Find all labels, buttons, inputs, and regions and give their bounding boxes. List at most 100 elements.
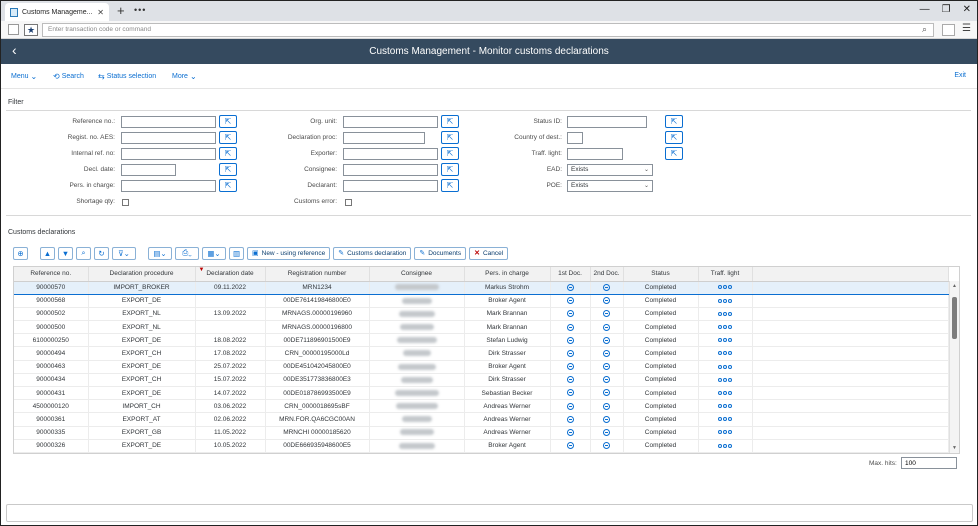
document-icon[interactable] — [566, 323, 574, 331]
sum-menu-icon[interactable]: ▤⌄ — [148, 246, 172, 260]
table-row[interactable]: 90000500 EXPORT_NL MRNAGS.00000196800 Mark … — [14, 320, 949, 335]
shortage-qty-checkbox[interactable] — [122, 199, 129, 206]
find-icon[interactable]: ⌕ — [76, 246, 91, 260]
document-icon[interactable] — [566, 429, 574, 437]
org-unit-input[interactable] — [343, 116, 438, 128]
document-icon[interactable] — [603, 349, 610, 357]
document-icon[interactable] — [566, 363, 574, 371]
country-of-dest-input[interactable] — [567, 132, 583, 144]
command-input[interactable]: Enter transaction code or command ⌕ — [42, 23, 934, 37]
col-reference-no[interactable]: Reference no. — [14, 267, 89, 282]
document-icon[interactable] — [566, 402, 574, 410]
table-row[interactable]: 90000570 IMPORT_BROKER 09.11.2022 MRN1234 Ma… — [14, 280, 949, 295]
value-help-icon[interactable]: ⇱ — [441, 147, 459, 160]
col-2nd-doc[interactable]: 2nd Doc. — [590, 267, 624, 282]
status-selection-button[interactable]: ⇆ Status selection — [98, 72, 156, 81]
value-help-icon[interactable]: ⇱ — [441, 163, 459, 176]
document-icon[interactable] — [566, 336, 574, 344]
internal-ref-input[interactable] — [121, 148, 216, 160]
document-icon[interactable] — [566, 283, 574, 291]
max-hits-input[interactable] — [901, 457, 957, 469]
document-icon[interactable] — [603, 376, 610, 384]
layout-icon[interactable]: ▥ — [229, 246, 244, 260]
value-help-icon[interactable]: ⇱ — [219, 163, 237, 176]
new-tab-button[interactable]: + — [117, 3, 125, 18]
table-row[interactable]: 90000335 EXPORT_GB 11.05.2022 MRNCHI 000001… — [14, 426, 949, 440]
value-help-icon[interactable]: ⇱ — [665, 115, 683, 128]
search-icon[interactable]: ⌕ — [922, 24, 927, 35]
close-window-button[interactable]: ✕ — [963, 4, 971, 15]
document-icon[interactable] — [603, 363, 610, 371]
filter-menu-icon[interactable]: ⊽⌄ — [112, 246, 136, 260]
cancel-button[interactable]: ✕ Cancel — [469, 246, 509, 260]
col-declaration-date[interactable]: ▼ Declaration date — [195, 267, 266, 282]
document-icon[interactable] — [566, 389, 574, 397]
col-status[interactable]: Status — [623, 267, 699, 282]
col-registration-number[interactable]: Registration number — [265, 267, 370, 282]
zoom-details-icon[interactable]: ⊕ — [13, 246, 28, 260]
declarant-input[interactable] — [343, 180, 438, 192]
poe-select[interactable]: Exists ⌄ — [567, 180, 653, 192]
document-icon[interactable] — [566, 349, 574, 357]
decl-date-input[interactable] — [121, 164, 176, 176]
value-help-icon[interactable]: ⇱ — [219, 131, 237, 144]
minimize-button[interactable]: — — [920, 4, 930, 15]
more-button[interactable]: More ⌄ — [172, 72, 197, 81]
document-icon[interactable] — [566, 376, 574, 384]
search-button[interactable]: ⟲ Search — [53, 72, 84, 81]
exporter-input[interactable] — [343, 148, 438, 160]
hamburger-menu-icon[interactable]: ☰ — [962, 23, 971, 34]
consignee-input[interactable] — [343, 164, 438, 176]
table-row[interactable]: 90000494 EXPORT_CH 17.08.2022 CRN_000001950… — [14, 346, 949, 361]
favorites-star-icon[interactable]: ★ — [24, 24, 38, 36]
document-icon[interactable] — [603, 297, 610, 305]
table-row[interactable]: 90000431 EXPORT_DE 14.07.2022 00DE018786993… — [14, 386, 949, 401]
scroll-up-icon[interactable]: ▲ — [952, 283, 957, 289]
documents-button[interactable]: ✎ Documents — [414, 246, 467, 260]
value-help-icon[interactable]: ⇱ — [219, 147, 237, 160]
maximize-button[interactable]: ❐ — [942, 4, 951, 15]
document-icon[interactable] — [603, 310, 610, 318]
value-help-icon[interactable]: ⇱ — [441, 131, 459, 144]
scrollbar-thumb[interactable] — [952, 297, 957, 339]
table-row[interactable]: 90000463 EXPORT_DE 25.07.2022 00DE451042045… — [14, 360, 949, 374]
value-help-icon[interactable]: ⇱ — [665, 131, 683, 144]
col-1st-doc[interactable]: 1st Doc. — [550, 267, 591, 282]
close-tab-icon[interactable]: ✕ — [97, 8, 104, 17]
status-id-input[interactable] — [567, 116, 647, 128]
print-menu-icon[interactable]: ⎙⌄ — [175, 246, 199, 260]
more-tabs-icon[interactable]: ••• — [134, 5, 146, 15]
sort-descending-icon[interactable]: ▼ — [58, 246, 73, 260]
regist-no-aes-input[interactable] — [121, 132, 216, 144]
col-traff-light[interactable]: Traff. light — [698, 267, 753, 282]
pers-in-charge-input[interactable] — [121, 180, 216, 192]
col-consignee[interactable]: Consignee — [369, 267, 465, 282]
value-help-icon[interactable]: ⇱ — [219, 179, 237, 192]
document-icon[interactable] — [603, 323, 610, 331]
display-icon[interactable] — [942, 24, 955, 36]
table-row[interactable]: 90000434 EXPORT_CH 15.07.2022 00DE351773836… — [14, 373, 949, 388]
document-icon[interactable] — [566, 297, 574, 305]
value-help-icon[interactable]: ⇱ — [441, 115, 459, 128]
declaration-proc-input[interactable] — [343, 132, 425, 144]
document-icon[interactable] — [566, 415, 574, 423]
sidebar-toggle-icon[interactable] — [8, 24, 19, 35]
value-help-icon[interactable]: ⇱ — [665, 147, 683, 160]
customs-declaration-button[interactable]: ✎ Customs declaration — [333, 246, 412, 260]
document-icon[interactable] — [603, 442, 610, 450]
ead-select[interactable]: Exists ⌄ — [567, 164, 653, 176]
document-icon[interactable] — [603, 389, 610, 397]
vertical-scrollbar[interactable]: ▲ ▼ — [949, 281, 959, 453]
exit-button[interactable]: Exit — [954, 72, 966, 79]
document-icon[interactable] — [603, 402, 610, 410]
customs-error-checkbox[interactable] — [345, 199, 352, 206]
col-pers-in-charge[interactable]: Pers. in charge — [464, 267, 551, 282]
table-row[interactable]: 90000502 EXPORT_NL 13.09.2022 MRNAGS.000001… — [14, 307, 949, 322]
table-row[interactable]: 90000568 EXPORT_DE 00DE761419846800E0 Broke… — [14, 294, 949, 308]
document-icon[interactable] — [603, 415, 610, 423]
value-help-icon[interactable]: ⇱ — [441, 179, 459, 192]
table-row[interactable]: 90000326 EXPORT_DE 10.05.2022 00DE666935948… — [14, 439, 949, 453]
table-row[interactable]: 90000361 EXPORT_AT 02.06.2022 MRN.FOR.QA6CG… — [14, 412, 949, 427]
document-icon[interactable] — [566, 442, 574, 450]
menu-button[interactable]: Menu ⌄ — [11, 72, 37, 81]
